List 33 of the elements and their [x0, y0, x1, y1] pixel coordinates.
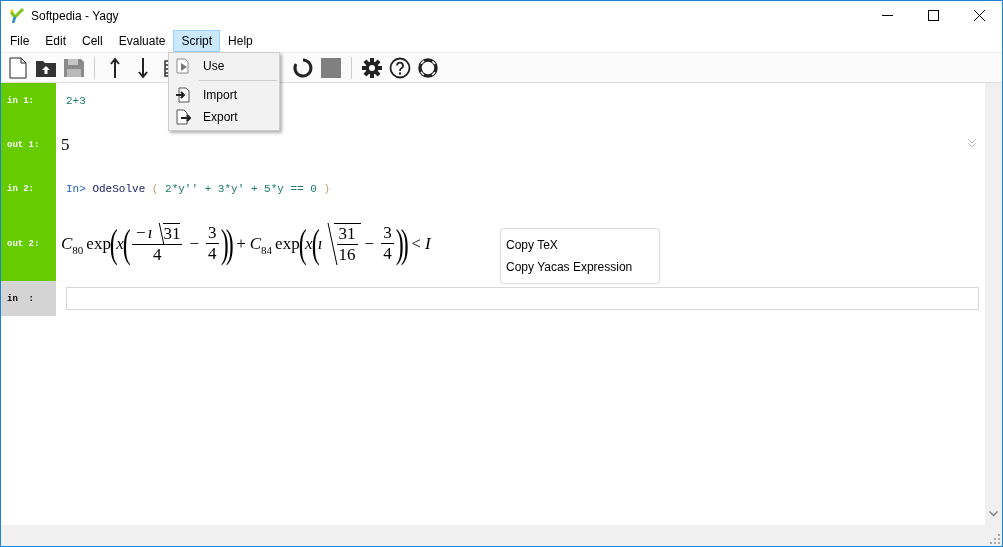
cell-label: out 1: — [1, 118, 56, 171]
help-icon[interactable] — [389, 56, 411, 79]
menu-item[interactable]: Script — [173, 30, 221, 52]
menu-entry[interactable]: Use — [169, 55, 279, 77]
window-title: Softpedia - Yagy — [31, 8, 120, 23]
cell-label: in 1: — [1, 83, 56, 118]
code-input[interactable]: In> OdeSolve ( 2*y'' + 3*y' + 5*y == 0 ) — [66, 182, 331, 195]
lifebuoy-icon[interactable] — [417, 56, 439, 79]
menu-entry[interactable]: Copy Yacas Expression — [501, 256, 659, 278]
code-input[interactable]: 2+3 — [66, 94, 86, 107]
menu-item[interactable]: Cell — [74, 30, 111, 52]
cell-label: in 2: — [1, 171, 56, 206]
menu-entry[interactable]: Import — [169, 84, 279, 106]
input-field[interactable] — [66, 287, 979, 310]
menu-entry[interactable]: Export — [169, 106, 279, 128]
math-output: 5 — [61, 134, 70, 155]
cell-label: out 2: — [1, 206, 56, 281]
new-document-icon[interactable] — [7, 56, 29, 79]
menu-item[interactable]: File — [2, 30, 38, 52]
app-logo-icon — [9, 7, 25, 24]
menu-item[interactable]: Evaluate — [110, 30, 174, 52]
size-grip-icon[interactable] — [990, 534, 1000, 544]
menu-item[interactable]: Edit — [37, 30, 75, 52]
scroll-down-icon[interactable] — [989, 511, 998, 517]
menu-entry[interactable]: Copy TeX — [501, 234, 659, 256]
settings-icon[interactable] — [361, 56, 383, 79]
refresh-icon[interactable] — [292, 56, 314, 79]
maximize-icon — [927, 10, 939, 21]
cell-label: in : — [1, 281, 56, 316]
scrollbar[interactable] — [985, 83, 1002, 525]
close-icon — [973, 10, 985, 21]
stop-icon[interactable] — [320, 56, 342, 79]
menu-item[interactable]: Help — [220, 30, 261, 52]
